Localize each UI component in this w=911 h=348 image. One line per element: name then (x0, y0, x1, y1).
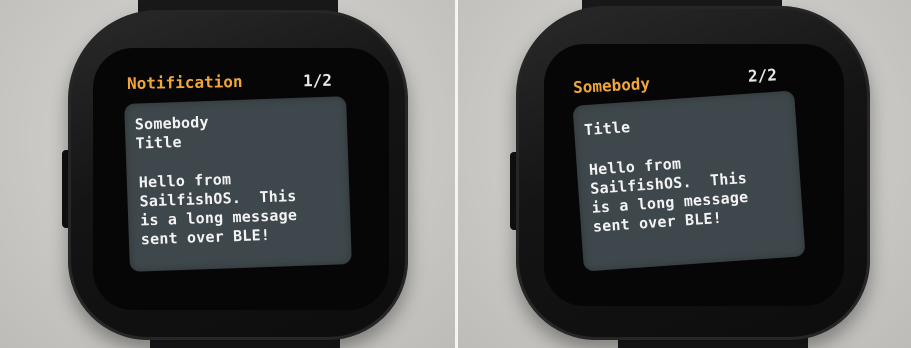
body-line: Hello from (138, 170, 232, 192)
notification-header-title: Somebody (572, 73, 651, 98)
sender-text: Somebody (134, 112, 209, 134)
notification-screen: Title Hello from SailfishOS. This is a l… (572, 90, 806, 272)
title-text: Title (583, 117, 631, 140)
notification-screen: Somebody Title Hello from SailfishOS. Th… (124, 96, 352, 272)
left-watch-photo: Notification 1/2 Somebody Title Hello fr… (0, 0, 455, 348)
notification-header-title: Notification (126, 71, 243, 94)
title-text: Title (135, 132, 182, 153)
right-watch-photo: Somebody 2/2 Title Hello from SailfishOS… (458, 0, 911, 348)
page-indicator: 2/2 (747, 65, 778, 86)
page-indicator: 1/2 (302, 70, 333, 91)
body-line: sent over BLE! (140, 225, 271, 249)
